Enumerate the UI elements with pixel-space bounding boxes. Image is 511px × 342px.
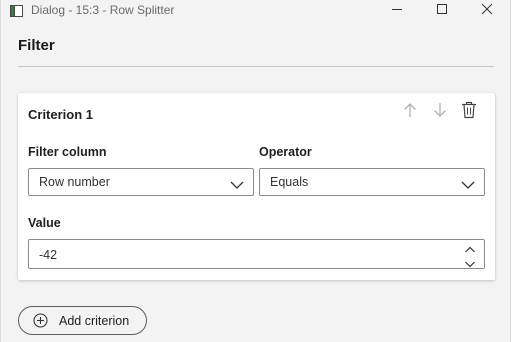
heading-divider — [18, 66, 494, 67]
move-down-button[interactable] — [431, 102, 449, 123]
title-bar[interactable]: Dialog - 15:3 - Row Splitter — [1, 0, 510, 22]
trash-icon — [461, 101, 477, 124]
filter-heading: Filter — [18, 37, 55, 54]
criterion-card: Criterion 1 Filter column Operator Row n… — [18, 93, 495, 280]
value-number-input[interactable]: -42 — [28, 239, 485, 269]
maximize-icon — [436, 2, 448, 20]
add-criterion-label: Add criterion — [59, 314, 130, 328]
operator-value: Equals — [270, 175, 309, 189]
minimize-icon — [391, 2, 403, 20]
value-label: Value — [28, 216, 61, 230]
delete-criterion-button[interactable] — [460, 101, 478, 124]
minimize-button[interactable] — [374, 0, 420, 22]
add-criterion-button[interactable]: Add criterion — [18, 306, 147, 335]
value-input-text: -42 — [39, 248, 58, 262]
arrow-down-icon — [432, 102, 448, 123]
operator-label: Operator — [259, 145, 312, 159]
close-button[interactable] — [464, 0, 510, 22]
chevron-down-icon — [230, 177, 244, 189]
maximize-button[interactable] — [419, 0, 465, 22]
dialog-window: Dialog - 15:3 - Row Splitter Filter Crit… — [0, 0, 511, 342]
operator-select[interactable]: Equals — [259, 168, 485, 196]
move-up-button[interactable] — [401, 102, 419, 123]
spin-up-icon[interactable] — [464, 242, 476, 253]
app-window-icon — [10, 4, 23, 17]
filter-column-select[interactable]: Row number — [28, 168, 254, 196]
filter-column-label: Filter column — [28, 145, 107, 159]
plus-circle-icon — [33, 313, 48, 328]
chevron-down-icon — [461, 177, 475, 189]
spin-down-icon[interactable] — [464, 256, 476, 268]
window-title: Dialog - 15:3 - Row Splitter — [31, 3, 175, 17]
close-icon — [481, 2, 493, 20]
filter-column-value: Row number — [39, 175, 110, 189]
criterion-title: Criterion 1 — [28, 107, 94, 122]
arrow-up-icon — [402, 102, 418, 123]
